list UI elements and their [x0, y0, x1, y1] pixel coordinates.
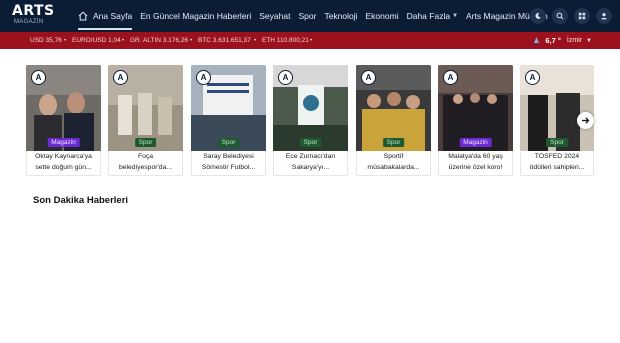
news-card[interactable]: A Spor Ece Zurnacı'dan Sakarya'yı...	[273, 65, 348, 176]
nav-label: Spor	[298, 11, 317, 21]
nav-item-magazin[interactable]: En Güncel Magazin Haberleri	[140, 0, 251, 32]
category-badge[interactable]: Spor	[134, 138, 157, 147]
nav-item-seyahat[interactable]: Seyahat	[259, 0, 290, 32]
category-badge[interactable]: Spor	[299, 138, 322, 147]
ticker-btc: BTC 3.631.651,37	[198, 37, 251, 44]
dark-mode-button[interactable]	[530, 8, 546, 24]
weather-temp: 6,7 °	[545, 36, 561, 45]
card-title[interactable]: TOSFED 2024 ödülleri sahipleri...	[523, 152, 591, 173]
nav-label: Ekonomi	[365, 11, 399, 21]
category-badge[interactable]: Spor	[546, 138, 568, 147]
user-icon	[601, 13, 607, 20]
ticker-sep: •	[310, 37, 313, 44]
nav-label: Teknoloji	[324, 11, 358, 21]
ticker-usd: USD 35,76	[30, 37, 62, 44]
nav-item-teknoloji[interactable]: Teknoloji	[324, 0, 357, 32]
brand-logo-icon: A	[361, 70, 376, 85]
news-card[interactable]: A Spor Saray Belediyesi Sömestir Futbol.…	[191, 65, 266, 176]
category-badge[interactable]: Spor	[217, 138, 240, 147]
category-badge[interactable]: Spor	[382, 138, 405, 147]
market-ticker: USD 35,76 • EURO/USD 1,04 • GR. ALTIN 3.…	[0, 32, 620, 49]
nav-item-more[interactable]: Daha Fazla ▼	[407, 0, 458, 32]
category-badge[interactable]: Magazin	[459, 138, 492, 147]
category-badge[interactable]: Magazin	[47, 138, 80, 147]
news-card[interactable]: A Spor Foça belediyespor'da...	[108, 65, 183, 176]
ticker-gold: GR. ALTIN 3.176,26	[130, 37, 189, 44]
nav-label: En Güncel Magazin Haberleri	[140, 11, 252, 21]
weather-cloud-icon	[534, 37, 540, 43]
brand-logo-icon: A	[525, 70, 540, 85]
card-title[interactable]: Sportif müsabakalarda...	[359, 152, 428, 173]
nav-item-home[interactable]: Ana Sayfa	[78, 0, 133, 32]
ticker-eth: ETH 110.800,21	[262, 37, 309, 44]
brand-logo-icon: A	[443, 70, 458, 85]
ticker-sep: •	[190, 37, 193, 44]
apps-button[interactable]	[574, 8, 590, 24]
nav-item-spor[interactable]: Spor	[298, 0, 316, 32]
grid-icon	[578, 12, 586, 20]
user-button[interactable]	[596, 8, 612, 24]
section-title: Son Dakika Haberleri	[33, 195, 129, 206]
nav-label: Seyahat	[259, 11, 291, 21]
ticker-sep: •	[254, 37, 257, 44]
logo-text: ARTS	[12, 3, 55, 19]
card-title[interactable]: Malatya'da 60 yaş üzerine özel koro!	[441, 152, 510, 173]
nav-item-ekonomi[interactable]: Ekonomi	[366, 0, 399, 32]
news-card[interactable]: A Magazin Oktay Kaynarca'ya sette doğum …	[26, 65, 101, 176]
nav-label: Daha Fazla	[406, 11, 451, 21]
arrow-right-icon	[582, 117, 590, 124]
main-nav: Ana Sayfa En Güncel Magazin Haberleri Se…	[78, 0, 556, 32]
ticker-sep: •	[122, 37, 125, 44]
site-logo[interactable]: ARTS MAGAZİN	[12, 3, 56, 29]
slider-next-button[interactable]	[577, 112, 594, 129]
header-actions	[524, 8, 612, 24]
weather-city: İzmir	[566, 37, 583, 44]
search-icon	[556, 12, 564, 20]
moon-icon	[535, 12, 541, 19]
brand-logo-icon: A	[278, 70, 293, 85]
card-title[interactable]: Saray Belediyesi Sömestir Futbol...	[194, 152, 263, 173]
logo-subtext: MAGAZİN	[14, 19, 44, 25]
home-icon	[78, 11, 88, 21]
brand-logo-icon: A	[31, 70, 46, 85]
chevron-down-icon: ▼	[452, 13, 459, 19]
card-title[interactable]: Ece Zurnacı'dan Sakarya'yı...	[276, 152, 345, 173]
weather-widget[interactable]: 6,7 ° İzmir ▼	[532, 32, 592, 49]
card-title[interactable]: Foça belediyespor'da...	[111, 152, 180, 173]
ticker-sep: •	[64, 37, 67, 44]
nav-label-home: Ana Sayfa	[93, 11, 133, 21]
top-navbar: ARTS MAGAZİN Ana Sayfa En Güncel Magazin…	[0, 0, 620, 32]
news-card[interactable]: A Magazin Malatya'da 60 yaş üzerine özel…	[438, 65, 513, 176]
ticker-euro: EURO/USD 1,04	[72, 37, 121, 44]
card-title[interactable]: Oktay Kaynarca'ya sette doğum gün...	[29, 152, 98, 173]
search-button[interactable]	[552, 8, 568, 24]
chevron-down-icon: ▼	[586, 37, 592, 44]
brand-logo-icon: A	[196, 70, 211, 85]
news-card[interactable]: A Spor Sportif müsabakalarda...	[356, 65, 431, 176]
brand-logo-icon: A	[113, 70, 128, 85]
